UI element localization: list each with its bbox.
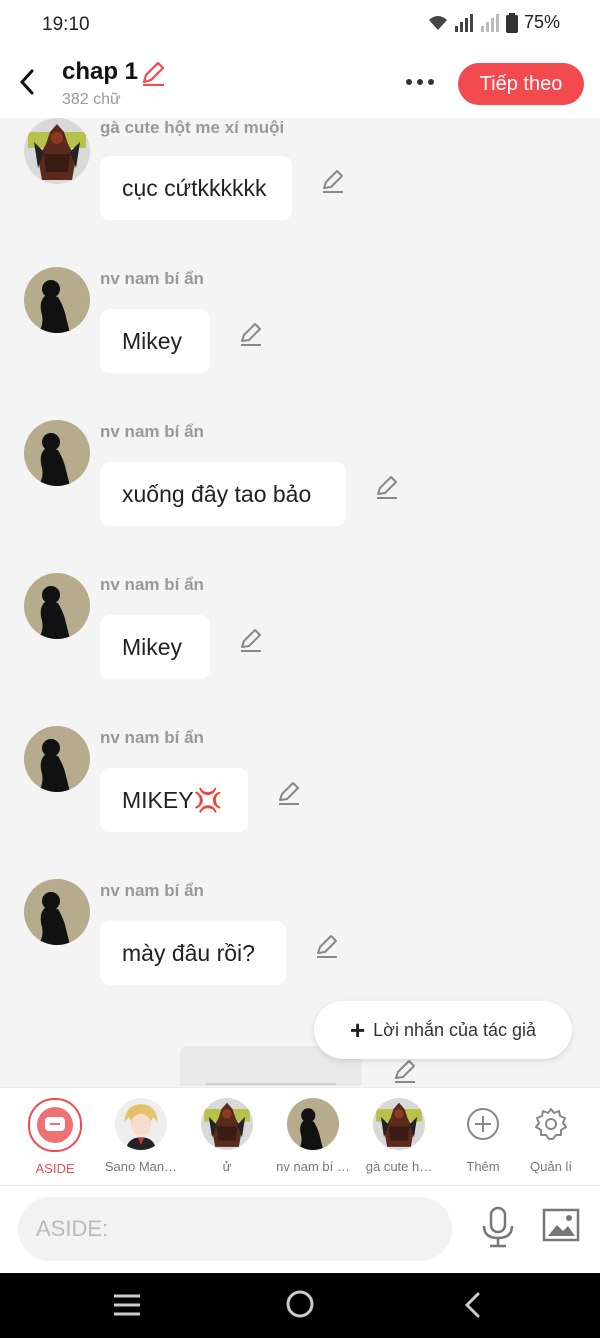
message-sender: nv nam bí ẩn bbox=[100, 422, 204, 441]
message-sender: nv nam bí ẩn bbox=[100, 575, 204, 594]
character-item[interactable]: ASIDE bbox=[10, 1098, 100, 1176]
chapter-header: chap 1 382 chữ Tiếp theo bbox=[0, 48, 600, 118]
back-button[interactable] bbox=[12, 64, 42, 100]
gear-icon bbox=[535, 1108, 567, 1140]
message-sender: nv nam bí ẩn bbox=[100, 881, 204, 900]
home-icon[interactable] bbox=[285, 1289, 315, 1319]
message-avatar[interactable] bbox=[24, 573, 90, 639]
message-sender: nv nam bí ẩn bbox=[100, 269, 204, 288]
message-sender: gà cute hột me xí muội bbox=[100, 118, 285, 137]
avatar-image bbox=[201, 1098, 253, 1150]
character-name: ASIDE bbox=[35, 1161, 75, 1176]
status-icons: 75% bbox=[428, 12, 560, 33]
character-avatar bbox=[115, 1098, 167, 1150]
message-sender: nv nam bí ẩn bbox=[100, 728, 204, 747]
character-item[interactable]: ử bbox=[182, 1098, 272, 1174]
next-chapter-button[interactable]: Tiếp theo bbox=[458, 63, 584, 105]
edit-message-icon[interactable] bbox=[314, 933, 340, 959]
avatar-image bbox=[115, 1098, 167, 1150]
edit-title-button[interactable] bbox=[140, 60, 166, 91]
message-bubble[interactable]: Mikey bbox=[100, 309, 210, 373]
character-avatar bbox=[373, 1098, 425, 1150]
chat-bubble-icon bbox=[45, 1117, 65, 1131]
back-nav-icon[interactable] bbox=[462, 1291, 482, 1319]
partial-message-underline bbox=[206, 1083, 336, 1085]
plus-icon: + bbox=[349, 1015, 366, 1045]
character-avatar bbox=[201, 1098, 253, 1150]
signal-2-icon bbox=[480, 13, 499, 32]
chevron-left-icon bbox=[19, 69, 34, 95]
avatar-image bbox=[24, 573, 90, 639]
character-name: gà cute h… bbox=[365, 1159, 433, 1174]
menu-icon[interactable] bbox=[112, 1291, 142, 1319]
manage-label: Quản lí bbox=[530, 1159, 572, 1174]
signal-icon bbox=[454, 13, 473, 32]
edit-message-icon[interactable] bbox=[276, 780, 302, 806]
pencil-icon bbox=[142, 61, 165, 87]
message-bubble[interactable]: xuống đây tao bảo bbox=[100, 462, 346, 526]
status-bar: 19:10 75% bbox=[0, 0, 600, 48]
message-bubble[interactable]: Mikey bbox=[100, 615, 210, 679]
avatar-image bbox=[24, 267, 90, 333]
character-name: nv nam bí … bbox=[276, 1159, 350, 1174]
status-time: 19:10 bbox=[42, 14, 90, 35]
more-options-button[interactable] bbox=[398, 68, 442, 96]
wifi-icon bbox=[428, 15, 447, 30]
message-avatar[interactable] bbox=[24, 726, 90, 792]
message-avatar[interactable] bbox=[24, 879, 90, 945]
chapter-title[interactable]: chap 1 bbox=[62, 58, 138, 86]
character-item[interactable]: gà cute h… bbox=[354, 1098, 444, 1174]
character-name: Sano Man… bbox=[104, 1159, 178, 1174]
manage-characters-button[interactable]: Quản lí bbox=[506, 1098, 596, 1174]
author-note-label: Lời nhắn của tác giả bbox=[373, 1019, 537, 1040]
battery-icon bbox=[505, 12, 518, 33]
character-bar: ASIDE Sano Man… ử nv nam bí … gà cute h…… bbox=[0, 1087, 600, 1186]
avatar-image bbox=[24, 726, 90, 792]
avatar-image bbox=[287, 1098, 339, 1150]
message-avatar[interactable] bbox=[24, 118, 90, 184]
message-bubble[interactable]: MIKEY💢 bbox=[100, 768, 248, 832]
character-item[interactable]: Sano Man… bbox=[96, 1098, 186, 1174]
battery-level: 75% bbox=[523, 12, 560, 32]
edit-message-icon[interactable] bbox=[374, 474, 400, 500]
message-input[interactable] bbox=[18, 1197, 452, 1261]
microphone-icon[interactable] bbox=[478, 1206, 518, 1250]
add-circle-icon bbox=[467, 1108, 499, 1140]
edit-message-icon[interactable] bbox=[392, 1058, 418, 1084]
edit-message-icon[interactable] bbox=[320, 168, 346, 194]
image-icon[interactable] bbox=[542, 1208, 580, 1242]
character-name: ử bbox=[222, 1159, 232, 1174]
edit-message-icon[interactable] bbox=[238, 627, 264, 653]
input-area bbox=[0, 1186, 600, 1273]
word-count: 382 chữ bbox=[62, 91, 121, 108]
avatar-image bbox=[373, 1098, 425, 1150]
avatar-image bbox=[24, 118, 90, 184]
aside-avatar bbox=[28, 1098, 82, 1152]
system-nav-bar bbox=[0, 1273, 600, 1338]
character-avatar bbox=[287, 1098, 339, 1150]
author-note-button[interactable]: + Lời nhắn của tác giả bbox=[314, 1001, 572, 1059]
avatar-image bbox=[24, 420, 90, 486]
message-avatar[interactable] bbox=[24, 267, 90, 333]
edit-message-icon[interactable] bbox=[238, 321, 264, 347]
character-item[interactable]: nv nam bí … bbox=[268, 1098, 358, 1174]
message-bubble[interactable]: mày đâu rồi? bbox=[100, 921, 286, 985]
message-bubble[interactable]: cục cứtkkkkkk bbox=[100, 156, 292, 220]
avatar-image bbox=[24, 879, 90, 945]
message-avatar[interactable] bbox=[24, 420, 90, 486]
